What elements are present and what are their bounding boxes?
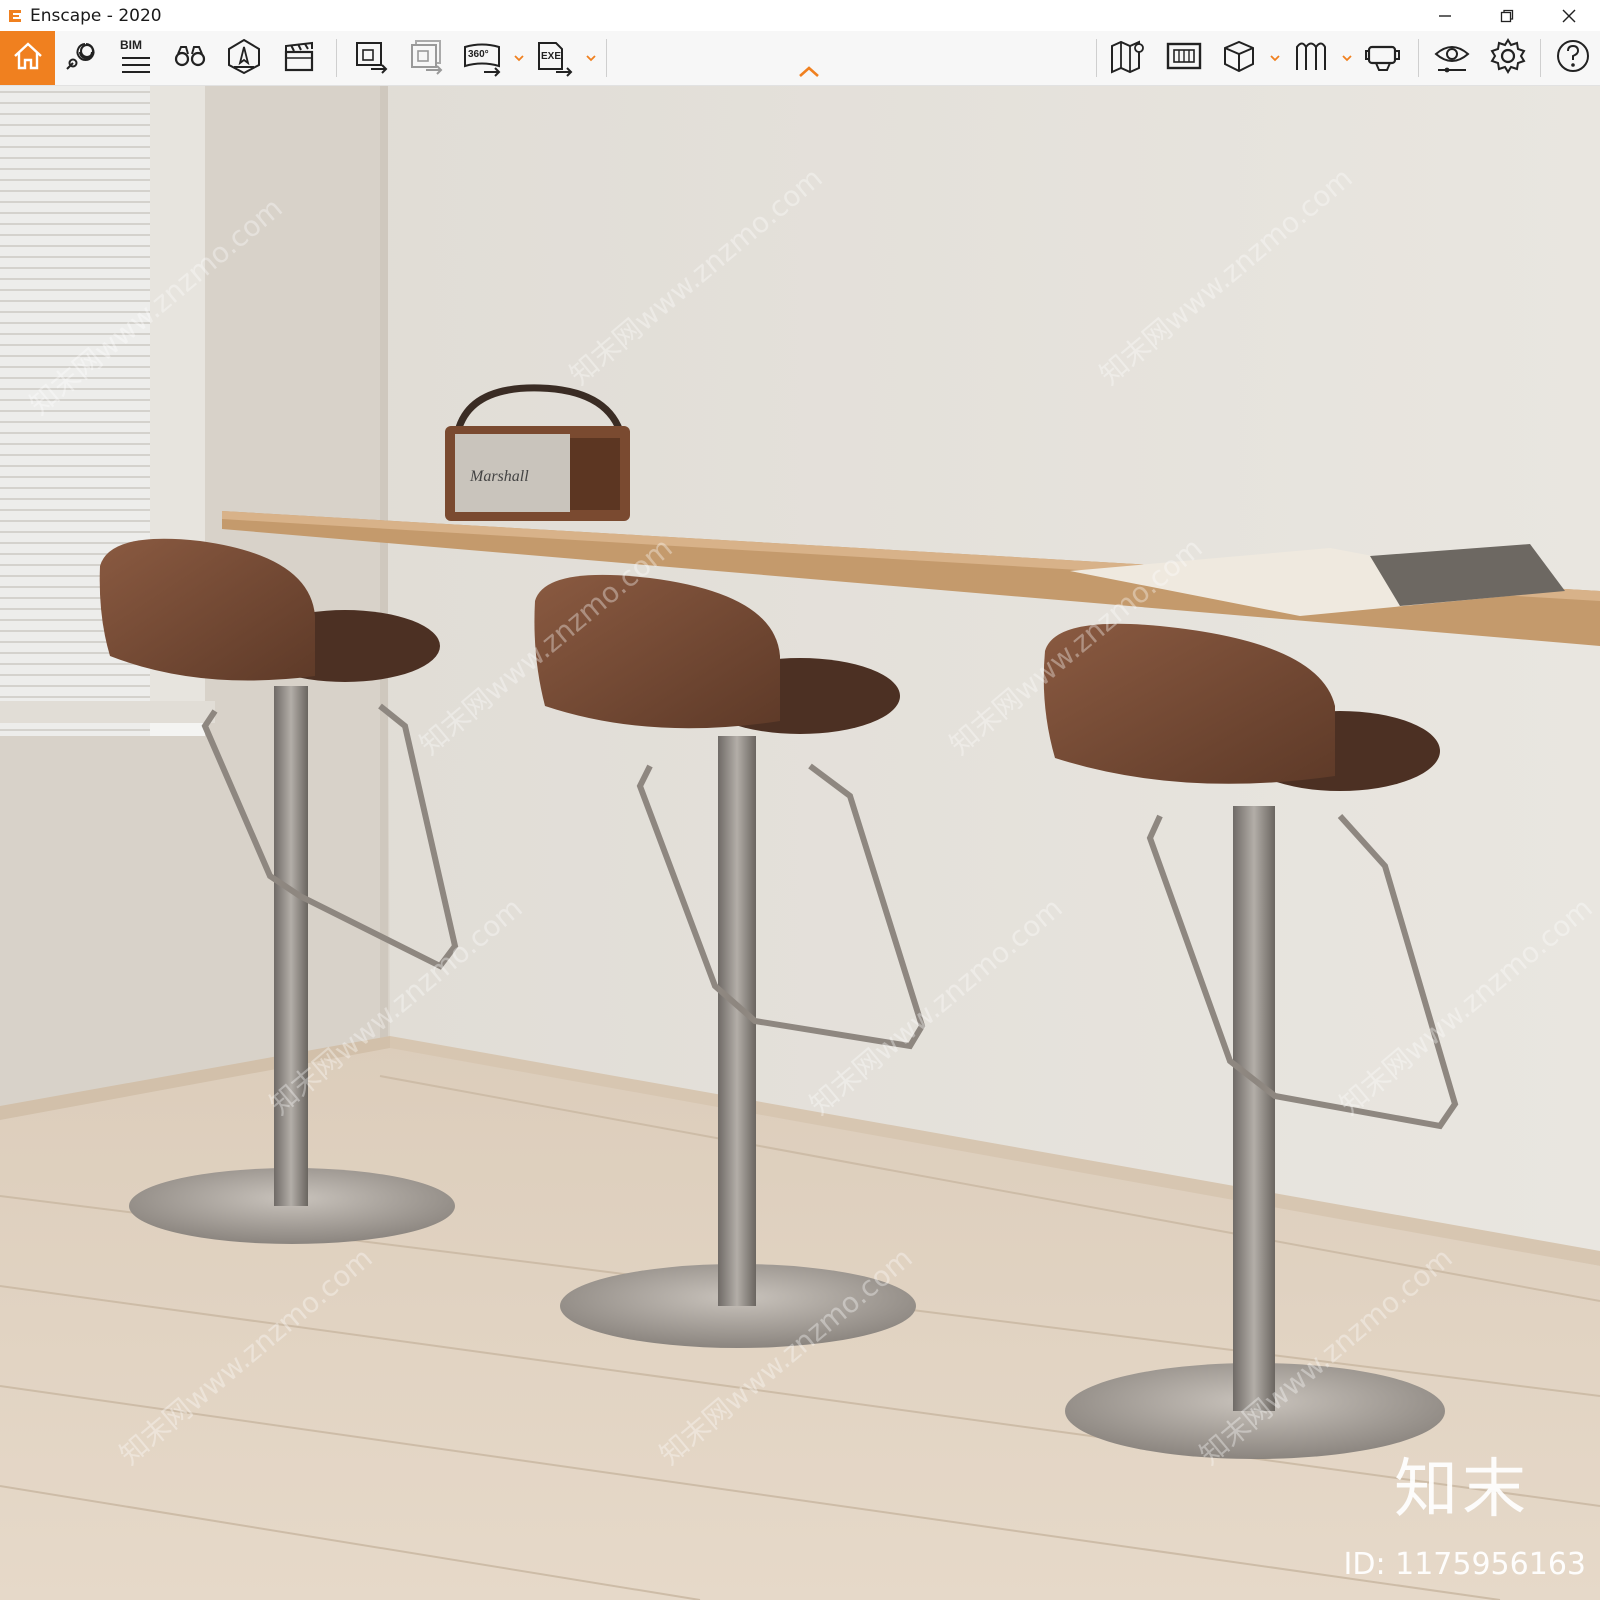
settings-icon	[1489, 37, 1527, 80]
close-button[interactable]	[1538, 0, 1600, 31]
panorama-button[interactable]: 360°	[458, 34, 506, 82]
exe-dropdown[interactable]	[584, 51, 598, 65]
chevron-up-icon	[798, 65, 820, 83]
object-dropdown[interactable]	[1268, 51, 1282, 65]
visual-settings-icon	[1433, 37, 1471, 80]
map-icon	[1109, 37, 1147, 80]
video-editor-button[interactable]	[275, 34, 323, 82]
batch-render-button[interactable]	[403, 34, 451, 82]
restore-button[interactable]	[1476, 0, 1538, 31]
material-editor-button[interactable]	[1287, 34, 1335, 82]
title-bar: Enscape - 2020	[0, 0, 1600, 31]
panorama-label: 360°	[468, 49, 489, 60]
settings-button[interactable]	[1484, 34, 1532, 82]
clapper-icon	[281, 38, 317, 79]
vr-headset-icon	[1364, 37, 1402, 80]
main-toolbar: BIM 360° EXE	[0, 31, 1600, 86]
asset-library-button[interactable]	[1160, 34, 1208, 82]
panorama-icon: 360°	[462, 38, 502, 78]
views-button[interactable]	[58, 34, 106, 82]
home-icon	[11, 39, 45, 78]
watermark-logo: 知末	[1394, 1453, 1530, 1527]
watermark-id: ID: 1175956163	[1343, 1547, 1586, 1582]
visual-settings-button[interactable]	[1428, 34, 1476, 82]
binoculars-button[interactable]	[166, 34, 214, 82]
collapse-toolbar-button[interactable]	[797, 66, 821, 82]
chevron-down-icon	[586, 49, 596, 67]
speaker-brand: Marshall	[469, 468, 529, 485]
chevron-down-icon	[1342, 49, 1352, 67]
minimize-button[interactable]	[1414, 0, 1476, 31]
walk-mode-button[interactable]	[220, 34, 268, 82]
material-icon	[1292, 37, 1330, 80]
exe-export-icon: EXE	[534, 38, 574, 78]
object-button[interactable]	[1215, 34, 1263, 82]
home-button[interactable]	[0, 31, 55, 85]
window-title: Enscape - 2020	[30, 5, 162, 26]
vr-headset-button[interactable]	[1359, 34, 1407, 82]
location-pin-icon	[64, 38, 100, 79]
help-icon	[1554, 37, 1592, 80]
render-viewport[interactable]: Marshall 知末网www.znzmo.com 知末网www.znzmo.c…	[0, 86, 1600, 1600]
render-image-button[interactable]	[348, 34, 396, 82]
bim-icon: BIM	[116, 38, 156, 78]
panorama-dropdown[interactable]	[512, 51, 526, 65]
bim-button[interactable]: BIM	[112, 34, 160, 82]
batch-render-icon	[408, 37, 446, 80]
help-button[interactable]	[1549, 34, 1597, 82]
export-image-icon	[353, 37, 391, 80]
enscape-logo-icon	[6, 7, 24, 25]
compass-icon	[225, 37, 263, 80]
map-button[interactable]	[1104, 34, 1152, 82]
material-dropdown[interactable]	[1340, 51, 1354, 65]
chevron-down-icon	[1270, 49, 1280, 67]
chevron-down-icon	[514, 49, 524, 67]
exe-export-button[interactable]: EXE	[530, 34, 578, 82]
exe-label: EXE	[541, 51, 562, 62]
cube-icon	[1220, 37, 1258, 80]
binoculars-icon	[171, 37, 209, 80]
asset-library-icon	[1165, 37, 1203, 80]
rendered-scene: Marshall 知末网www.znzmo.com 知末网www.znzmo.c…	[0, 86, 1600, 1600]
